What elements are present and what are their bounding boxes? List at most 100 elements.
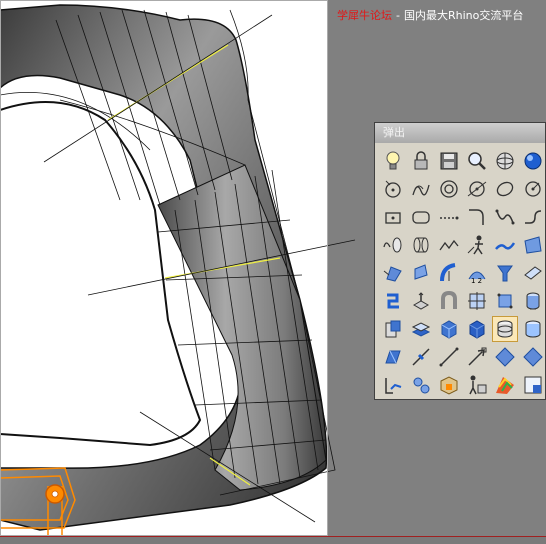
circle-point-button[interactable] [380,176,406,202]
shaded-sphere-button[interactable] [520,148,546,174]
layers-icon [411,322,431,337]
funnel-icon [497,265,513,282]
loft-button[interactable] [408,232,434,258]
spline-curve-icon [495,209,515,225]
box-points-button[interactable] [492,288,518,314]
loft-icon [413,237,429,253]
render-sphere-button[interactable] [492,148,518,174]
rounded-rectangle-icon [412,211,430,224]
render-sphere-icon [496,152,514,170]
person-render-button[interactable] [464,372,490,398]
toolbar-title[interactable]: 弹出 [375,123,545,143]
fillet-edge-button[interactable] [380,344,406,370]
person-tool-button[interactable] [464,232,490,258]
edge-surface-icon [414,264,428,280]
rounded-rectangle-button[interactable] [408,204,434,230]
lock-icon [414,151,428,170]
helix-curve-button[interactable] [408,176,434,202]
diamond-button[interactable] [520,344,546,370]
ellipse-button[interactable] [492,176,518,202]
edge-surface-button[interactable] [408,260,434,286]
curve-blend-icon [525,210,542,224]
fillet-edge-icon [385,350,401,364]
line-tool-button[interactable] [436,344,462,370]
sphere-icon [525,320,541,338]
rainbow-analysis-button[interactable] [492,372,518,398]
person-render-icon [469,375,487,395]
viewport-button[interactable] [520,372,546,398]
sphere-button[interactable] [520,316,546,342]
arrow-line-button[interactable] [464,344,490,370]
line-tool-icon [439,347,459,367]
funnel-button[interactable] [492,260,518,286]
fillet-curve-icon [469,209,484,225]
spline-curve-button[interactable] [492,204,518,230]
plane-surface-button[interactable] [520,260,546,286]
plane-surface-icon [524,266,542,280]
diamond-icon [523,347,543,367]
circle-arc-button[interactable] [520,176,546,202]
gumball-button[interactable] [492,344,518,370]
package-button[interactable] [436,372,462,398]
concentric-circle-icon [440,180,458,198]
fillet-curve-button[interactable] [464,204,490,230]
cylinder-gear-icon [526,292,540,310]
popup-toolbar: 弹出 1 2 [374,122,546,400]
join-icon [387,293,399,309]
cylinder-icon [497,320,513,338]
extrude-solid-icon [412,292,430,310]
circle-arc-icon [525,181,541,197]
solid-box-button[interactable] [436,316,462,342]
lock-button[interactable] [408,148,434,174]
polyline-button[interactable] [436,232,462,258]
sweep-surface-icon [383,266,402,282]
boolean-union-button[interactable] [380,316,406,342]
flag-button[interactable] [380,372,406,398]
polyline-icon [439,239,459,251]
dashed-line-button[interactable] [436,204,462,230]
box-points-icon [497,293,513,309]
light-bulb-button[interactable] [380,148,406,174]
box-frame-button[interactable] [464,288,490,314]
cylinder-button[interactable] [492,316,518,342]
arrow-line-icon [468,347,487,366]
circle-tangent-button[interactable] [464,176,490,202]
ellipse-icon [496,181,514,197]
patch-surface-icon [524,236,542,254]
forum-watermark: 学犀牛论坛 - 国内最大Rhino交流平台 [337,7,523,23]
light-bulb-icon [386,151,400,170]
watermark-text: 国内最大Rhino交流平台 [403,9,524,22]
cube-button[interactable] [464,316,490,342]
join-button[interactable] [380,288,406,314]
shaded-sphere-icon [524,152,542,170]
shell-button[interactable] [408,344,434,370]
cylinder-gear-button[interactable] [520,288,546,314]
dashed-line-icon [440,216,459,220]
patch-surface-button[interactable] [520,232,546,258]
curve-blend-button[interactable] [520,204,546,230]
revolve-surface-icon [440,263,456,282]
blend-surface-button[interactable] [492,232,518,258]
network-surface-button[interactable]: 1 2 [464,260,490,286]
save-button[interactable] [436,148,462,174]
flag-icon [385,378,402,394]
concentric-circle-button[interactable] [436,176,462,202]
sweep-surface-button[interactable] [380,260,406,286]
boolean-union-icon [385,320,401,338]
save-icon [440,152,458,170]
zoom-extents-button[interactable] [464,148,490,174]
extrude-solid-button[interactable] [408,288,434,314]
package-icon [440,376,458,395]
rectangle-point-button[interactable] [380,204,406,230]
rectangle-point-icon [385,212,401,224]
pipe-button[interactable] [436,288,462,314]
rainbow-analysis-icon [496,377,514,394]
extrude-curve-button[interactable] [380,232,406,258]
revolve-surface-button[interactable] [436,260,462,286]
gear-button[interactable] [408,372,434,398]
solid-box-icon [441,320,457,339]
circle-point-icon [385,180,401,198]
layers-button[interactable] [408,316,434,342]
gear-icon [413,377,430,394]
tool-button-grid: 1 2 [379,147,546,399]
